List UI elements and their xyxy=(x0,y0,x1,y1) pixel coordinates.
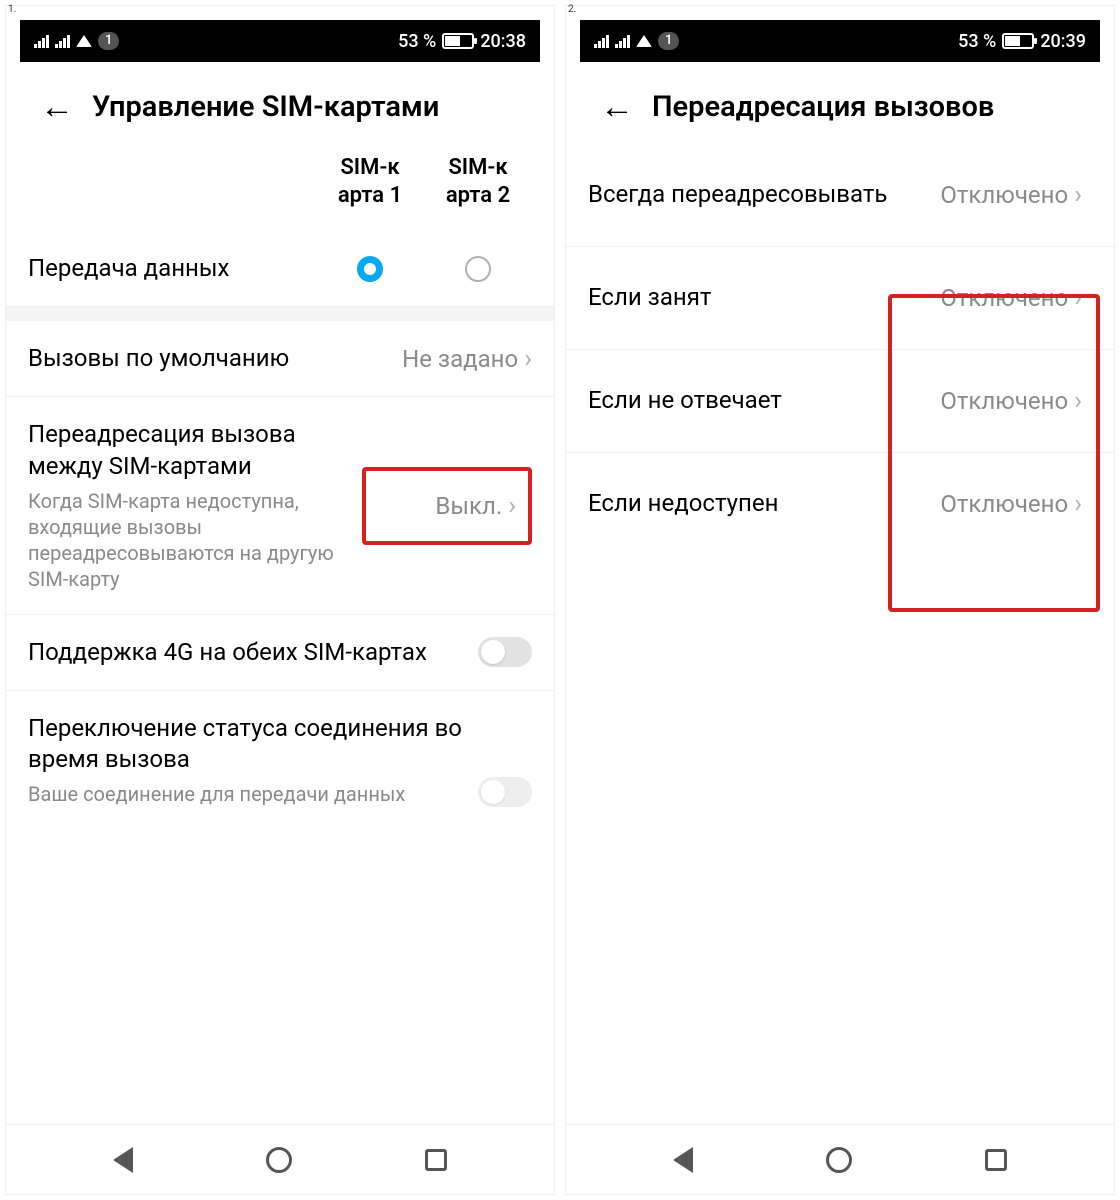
sim1-header: SIM-к арта 1 xyxy=(316,154,424,209)
page-title: Управление SIM-картами xyxy=(92,90,439,124)
highlighted-value: Выкл. › xyxy=(362,467,532,545)
chevron-right-icon: › xyxy=(1074,283,1082,313)
nav-home-icon[interactable] xyxy=(266,1147,292,1173)
row-4g-support[interactable]: Поддержка 4G на обеих SIM-картах xyxy=(6,615,554,691)
phone-left: 1. 1 53 % 20:38 ← Управление SIM-картами… xyxy=(5,5,555,1195)
chevron-right-icon: › xyxy=(1074,489,1082,519)
status-bar: 1 53 % 20:39 xyxy=(580,20,1100,62)
back-icon[interactable]: ← xyxy=(600,90,634,124)
wifi-icon xyxy=(76,35,92,47)
toggle-switch-status[interactable] xyxy=(478,777,532,807)
row-value: Отключено xyxy=(940,490,1068,518)
figure-number-2: 2. xyxy=(568,4,576,15)
phone-right: 2. 1 53 % 20:39 ← Переадресация вызовов … xyxy=(565,5,1115,1195)
battery-icon xyxy=(442,33,474,49)
android-nav-bar xyxy=(6,1124,554,1194)
battery-icon xyxy=(1002,33,1034,49)
sim-column-headers: SIM-к арта 1 SIM-к арта 2 xyxy=(6,144,554,231)
android-nav-bar xyxy=(566,1124,1114,1194)
row-label: Если не отвечает xyxy=(588,385,902,416)
signal-icon xyxy=(615,34,630,48)
signal-icon xyxy=(55,34,70,48)
row-if-busy[interactable]: Если занят Отключено › xyxy=(566,247,1114,350)
page-title: Переадресация вызовов xyxy=(652,90,994,124)
row-switch-connection-status[interactable]: Переключение статуса соединения во время… xyxy=(6,691,554,829)
nav-back-icon[interactable] xyxy=(113,1147,133,1173)
signal-icon xyxy=(34,34,49,48)
row-label: Всегда переадресовывать xyxy=(588,179,902,210)
row-always-forward[interactable]: Всегда переадресовывать Отключено › xyxy=(566,144,1114,247)
row-sublabel: Когда SIM-карта недоступна, входящие выз… xyxy=(28,488,362,592)
clock: 20:38 xyxy=(480,31,526,52)
chevron-right-icon: › xyxy=(524,344,532,374)
row-call-forwarding-between-sims[interactable]: Переадресация вызова между SIM-картами К… xyxy=(6,397,554,614)
signal-icon xyxy=(594,34,609,48)
row-value: Выкл. xyxy=(435,492,502,520)
nav-back-icon[interactable] xyxy=(673,1147,693,1173)
app-bar: ← Управление SIM-картами xyxy=(6,62,554,144)
row-value: Отключено xyxy=(940,387,1068,415)
row-data-transfer: Передача данных xyxy=(6,231,554,307)
status-bar: 1 53 % 20:38 xyxy=(20,20,540,62)
chevron-right-icon: › xyxy=(1074,386,1082,416)
row-value: Не задано xyxy=(402,345,518,373)
radio-sim1[interactable] xyxy=(357,256,383,282)
row-value: Отключено xyxy=(940,181,1068,209)
row-label: Переадресация вызова между SIM-картами xyxy=(28,419,362,481)
row-label: Переключение статуса соединения во время… xyxy=(28,713,478,775)
row-value: Отключено xyxy=(940,284,1068,312)
toggle-4g[interactable] xyxy=(478,637,532,667)
row-label: Если недоступен xyxy=(588,488,902,519)
nav-recent-icon[interactable] xyxy=(985,1149,1007,1171)
nav-home-icon[interactable] xyxy=(826,1147,852,1173)
figure-number-1: 1. xyxy=(8,4,16,15)
row-label: Поддержка 4G на обеих SIM-картах xyxy=(28,637,478,668)
battery-percent: 53 % xyxy=(398,31,436,52)
row-label: Передача данных xyxy=(28,253,316,284)
row-if-no-answer[interactable]: Если не отвечает Отключено › xyxy=(566,350,1114,453)
row-label: Вызовы по умолчанию xyxy=(28,343,402,374)
nav-recent-icon[interactable] xyxy=(425,1149,447,1171)
sim2-header: SIM-к арта 2 xyxy=(424,154,532,209)
radio-sim2[interactable] xyxy=(465,256,491,282)
sim-badge: 1 xyxy=(98,32,119,50)
chevron-right-icon: › xyxy=(508,491,516,521)
app-bar: ← Переадресация вызовов xyxy=(566,62,1114,144)
row-default-calls[interactable]: Вызовы по умолчанию Не задано › xyxy=(6,321,554,397)
wifi-icon xyxy=(636,35,652,47)
row-if-unreachable[interactable]: Если недоступен Отключено › xyxy=(566,453,1114,555)
battery-percent: 53 % xyxy=(958,31,996,52)
back-icon[interactable]: ← xyxy=(40,90,74,124)
clock: 20:39 xyxy=(1040,31,1086,52)
row-label: Если занят xyxy=(588,282,902,313)
row-sublabel: Ваше соединение для передачи данных xyxy=(28,781,478,807)
sim-badge: 1 xyxy=(658,32,679,50)
chevron-right-icon: › xyxy=(1074,180,1082,210)
